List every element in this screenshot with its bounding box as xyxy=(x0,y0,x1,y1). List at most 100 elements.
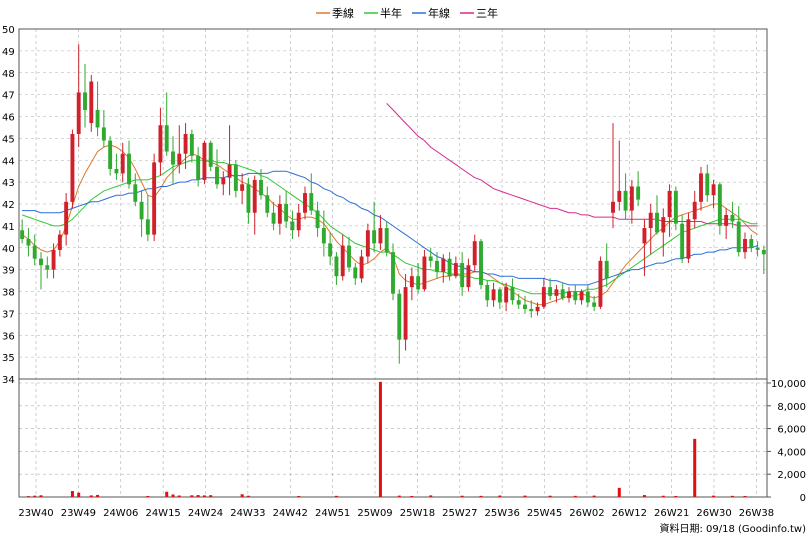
candle-body xyxy=(32,245,37,259)
volume-bar xyxy=(297,495,301,497)
price-tick-label: 50 xyxy=(2,25,15,36)
candle-body xyxy=(139,201,144,220)
candle-body xyxy=(64,201,69,235)
date-tick-label: 23W49 xyxy=(61,508,96,519)
candle-body xyxy=(642,228,647,244)
date-tick-label: 26W12 xyxy=(612,508,647,519)
date-tick-label: 25W45 xyxy=(527,508,562,519)
candle-body xyxy=(120,153,125,174)
volume-bar xyxy=(209,495,213,497)
date-tick-label: 24W15 xyxy=(145,508,180,519)
candle-body xyxy=(309,193,314,211)
volume-tick-label: 6,000 xyxy=(777,425,806,436)
price-tick-label: 49 xyxy=(2,47,15,58)
candle-body xyxy=(83,92,87,110)
candle-body xyxy=(202,142,207,180)
price-tick-label: 36 xyxy=(2,331,15,342)
volume-bar xyxy=(196,495,200,497)
candle-body xyxy=(755,247,760,250)
candle-body xyxy=(372,230,377,244)
candle-body xyxy=(567,291,571,299)
candle-body xyxy=(523,304,527,309)
candle-body xyxy=(240,184,245,191)
candle-body xyxy=(334,256,339,277)
candle-body xyxy=(629,186,634,211)
stock-chart: 季線 半年 年線 三年 34 35 36 37 38 39 40 41 42 43 44 45 46 47 48 4… xyxy=(2,6,806,535)
candle-body xyxy=(208,142,213,167)
volume-tick-label: 4,000 xyxy=(777,447,806,458)
volume-bar xyxy=(523,495,527,497)
volume-bar xyxy=(410,495,414,497)
moving-average-lines xyxy=(21,103,758,306)
volume-bar xyxy=(642,495,646,497)
candle-body xyxy=(221,177,226,185)
candle-body xyxy=(711,184,716,196)
candle-body xyxy=(761,249,766,255)
year-ma-line xyxy=(22,170,758,286)
volume-bar xyxy=(70,491,74,497)
candle-body xyxy=(623,190,628,211)
volume-bar xyxy=(165,491,169,497)
candle-body xyxy=(435,260,439,272)
candle-body xyxy=(57,234,62,250)
date-tick-label: 25W09 xyxy=(357,508,392,519)
candle-body xyxy=(466,265,471,288)
legend-label: 季線 xyxy=(332,6,354,20)
candle-body xyxy=(667,190,672,218)
candle-body xyxy=(359,256,364,279)
candle-body xyxy=(259,179,263,196)
legend-label: 半年 xyxy=(380,6,402,20)
candle-body xyxy=(76,92,81,134)
candle-body xyxy=(45,265,50,270)
volume-bar xyxy=(240,494,244,497)
price-tick-label: 38 xyxy=(2,288,15,299)
candle-body xyxy=(290,221,295,231)
volume-bar xyxy=(146,495,150,497)
candle-body xyxy=(680,223,685,259)
candle-body xyxy=(145,219,150,235)
volume-bar xyxy=(573,495,577,497)
candle-body xyxy=(743,239,747,253)
candle-body xyxy=(491,289,496,301)
candle-body xyxy=(108,140,113,169)
volume-bar xyxy=(33,495,37,497)
candle-body xyxy=(611,201,615,213)
candle-body xyxy=(699,173,703,202)
candle-body xyxy=(227,164,232,178)
candle-body xyxy=(391,252,395,294)
candle-body xyxy=(573,291,578,301)
three-year-ma-line xyxy=(386,103,758,227)
volume-tick-label: 8,000 xyxy=(777,402,806,413)
price-tick-label: 44 xyxy=(2,156,15,167)
price-tick-label: 48 xyxy=(2,69,15,80)
candle-body xyxy=(20,230,25,239)
candle-body xyxy=(648,212,653,229)
price-tick-label: 40 xyxy=(2,244,15,255)
volume-bar xyxy=(730,495,734,497)
candle-body xyxy=(535,306,540,312)
candle-body xyxy=(101,127,106,141)
candle-body xyxy=(717,184,722,226)
candle-body xyxy=(183,134,188,154)
volume-bar xyxy=(479,495,483,497)
candle-body xyxy=(365,230,370,257)
date-tick-label: 26W21 xyxy=(654,508,689,519)
candle-body xyxy=(724,214,729,226)
halfyear-ma-line xyxy=(21,159,758,295)
date-tick-label: 23W40 xyxy=(18,508,53,519)
candle-body xyxy=(215,166,219,185)
candle-body xyxy=(497,289,502,303)
candle-body xyxy=(403,287,408,340)
volume-bar xyxy=(617,487,621,497)
candle-body xyxy=(472,241,477,266)
candle-body xyxy=(177,153,182,165)
candle-body xyxy=(617,190,622,202)
candle-body xyxy=(152,162,157,235)
candle-body xyxy=(158,125,163,163)
price-tick-label: 47 xyxy=(2,91,15,102)
candle-body xyxy=(70,134,75,202)
candle-body xyxy=(485,284,490,301)
price-tick-label: 37 xyxy=(2,309,15,320)
candle-body xyxy=(516,300,521,305)
candle-body xyxy=(479,241,483,285)
